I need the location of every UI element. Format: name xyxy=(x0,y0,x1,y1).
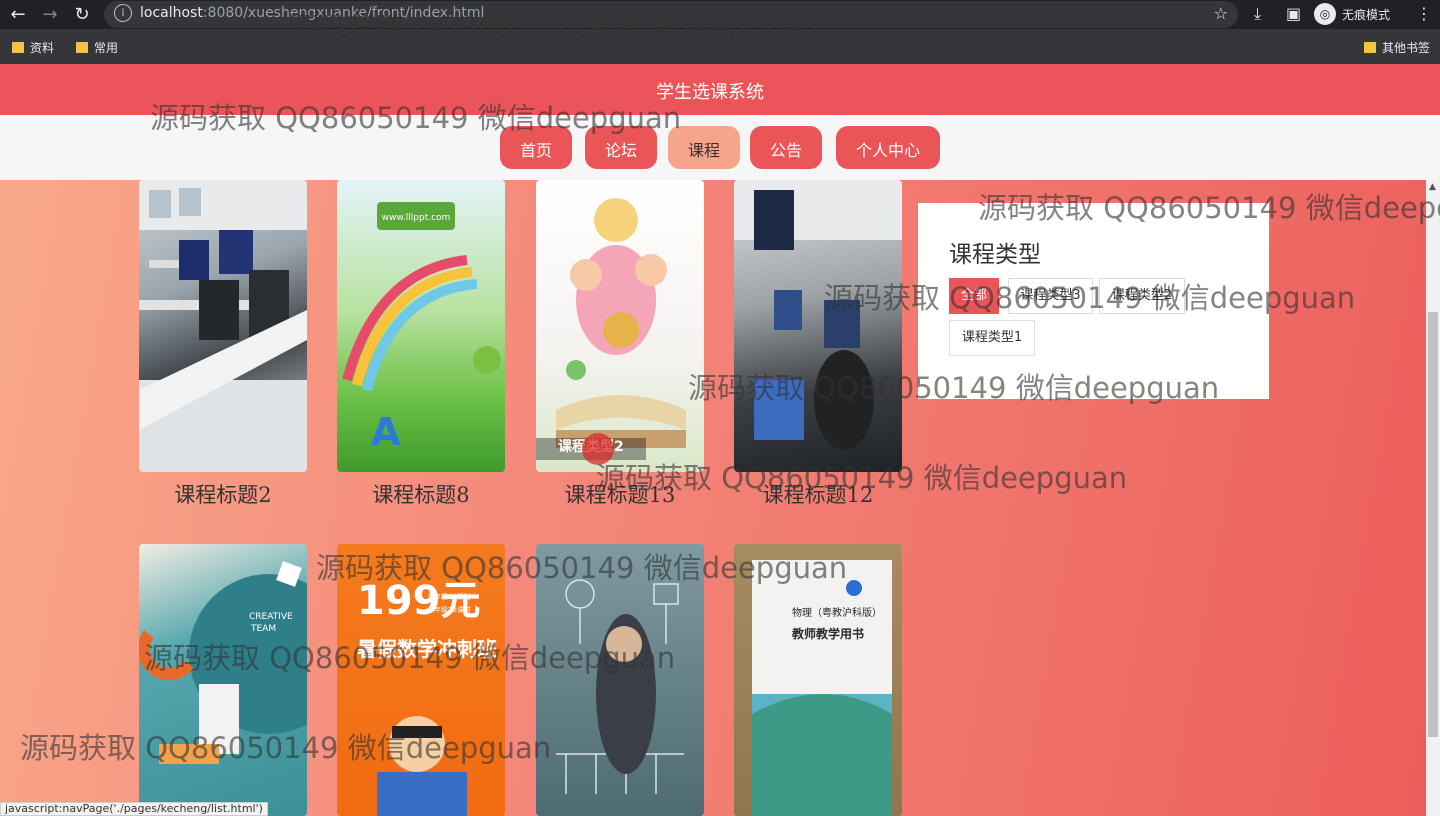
site-title: 学生选课系统 xyxy=(656,82,764,103)
site-header: 学生选课系统 xyxy=(0,64,1440,115)
nav-home[interactable]: 首页 xyxy=(500,126,572,169)
folder-icon xyxy=(76,42,88,53)
svg-text:A: A xyxy=(371,410,401,454)
incognito-label: 无痕模式 xyxy=(1342,7,1391,22)
course-image[interactable] xyxy=(536,544,704,816)
url-text[interactable]: localhost:8080/xueshengxuanke/front/inde… xyxy=(140,5,484,21)
children-book-picture xyxy=(536,198,686,460)
side-panel-icon[interactable]: ▣ xyxy=(1286,4,1301,23)
course-image[interactable]: 物理（粤教沪科版） 教师教学用书 xyxy=(734,544,902,816)
course-image[interactable]: www.lllppt.com A xyxy=(337,180,505,472)
nav-notice[interactable]: 公告 xyxy=(750,126,822,169)
page-scrollbar[interactable]: ▲ xyxy=(1426,180,1440,816)
course-image[interactable]: CREATIVE TEAM xyxy=(139,544,307,816)
course-image[interactable] xyxy=(139,180,307,472)
download-icon[interactable]: ⤓ xyxy=(1254,4,1261,24)
course-image[interactable] xyxy=(734,180,902,472)
scroll-thumb[interactable] xyxy=(1428,312,1438,737)
course-title[interactable]: 课程标题12 xyxy=(734,479,902,509)
site-info-icon[interactable]: i xyxy=(114,4,132,22)
course-card[interactable]: 课程标题12 xyxy=(734,180,902,507)
computer-lab-picture xyxy=(139,180,307,472)
nav-forum[interactable]: 论坛 xyxy=(585,126,657,169)
address-bar[interactable]: i localhost:8080/xueshengxuanke/front/in… xyxy=(104,1,1238,28)
click-indicator xyxy=(582,433,614,465)
course-title[interactable]: 课程标题8 xyxy=(337,479,505,509)
filter-all-button[interactable]: 全部 xyxy=(949,278,999,314)
image-text: CREATIVE xyxy=(249,612,293,622)
bookmark-folder[interactable]: 资料 xyxy=(12,39,54,56)
svg-text:三年级23课时: 三年级23课时 xyxy=(427,592,471,601)
course-card[interactable]: www.lllppt.com A 课程标题8 xyxy=(337,180,505,507)
bookmarks-bar: 资料 常用 其他书签 xyxy=(0,29,1440,64)
course-title[interactable]: 课程标题13 xyxy=(536,479,704,509)
svg-text:物理（粤教沪科版）: 物理（粤教沪科版） xyxy=(792,606,882,619)
filter-type2-button[interactable]: 课程类型2 xyxy=(1099,278,1185,314)
filter-heading: 课程类型 xyxy=(949,242,1041,268)
creative-team-picture: CREATIVE TEAM xyxy=(139,561,307,764)
browser-toolbar: ← → ↻ i localhost:8080/xueshengxuanke/fr… xyxy=(0,0,1440,29)
nav-profile[interactable]: 个人中心 xyxy=(836,126,940,169)
incognito-indicator[interactable]: ◎ 无痕模式 xyxy=(1314,3,1390,25)
link-status-tooltip: javascript:navPage('./pages/kecheng/list… xyxy=(0,802,268,816)
course-image[interactable]: 课程类型2 xyxy=(536,180,704,472)
course-card[interactable]: CREATIVE TEAM xyxy=(139,544,307,816)
page-viewport: 学生选课系统 首页 论坛 课程 公告 个人中心 课程标题2 www.lllppt… xyxy=(0,64,1440,816)
image-watermark: www.lllppt.com xyxy=(382,213,451,223)
filter-type3-button[interactable]: 课程类型3 xyxy=(1008,278,1093,314)
other-bookmarks[interactable]: 其他书签 xyxy=(1364,39,1430,56)
folder-icon xyxy=(12,42,24,53)
back-icon[interactable]: ← xyxy=(6,3,30,27)
forward-icon[interactable]: → xyxy=(38,3,62,27)
rainbow-picture: www.lllppt.com A xyxy=(342,202,501,454)
physics-textbook-picture: 物理（粤教沪科版） 教师教学用书 xyxy=(752,560,892,816)
math-class-poster: 199元 三年级23课时 六年级23课时 暑假数学冲刺班 xyxy=(357,578,497,816)
svg-text:TEAM: TEAM xyxy=(250,624,276,634)
filter-type1-button[interactable]: 课程类型1 xyxy=(949,320,1035,356)
svg-text:教师教学用书: 教师教学用书 xyxy=(791,626,864,641)
svg-text:六年级23课时: 六年级23课时 xyxy=(427,605,471,614)
course-type-filter: 课程类型 全部 课程类型3 课程类型2 课程类型1 xyxy=(918,203,1269,399)
course-card[interactable] xyxy=(536,544,704,816)
nav-course[interactable]: 课程 xyxy=(668,126,740,169)
reload-icon[interactable]: ↻ xyxy=(70,3,94,27)
course-card[interactable]: 课程标题2 xyxy=(139,180,307,507)
course-title[interactable]: 课程标题2 xyxy=(139,479,307,509)
bookmark-folder[interactable]: 常用 xyxy=(76,39,118,56)
poster-headline: 暑假数学冲刺班 xyxy=(357,637,497,661)
scroll-up-icon[interactable]: ▲ xyxy=(1429,182,1436,192)
menu-icon[interactable]: ⋮ xyxy=(1416,4,1432,23)
incognito-icon: ◎ xyxy=(1314,3,1336,25)
course-card[interactable]: 课程类型2 课程标题13 xyxy=(536,180,704,507)
folder-icon xyxy=(1364,42,1376,53)
course-card[interactable]: 物理（粤教沪科版） 教师教学用书 xyxy=(734,544,902,816)
main-nav: 首页 论坛 课程 公告 个人中心 xyxy=(0,115,1440,180)
business-diagram-picture xyxy=(556,579,684,794)
price-text: 199元 xyxy=(357,578,481,624)
bookmark-star-icon[interactable]: ☆ xyxy=(1214,4,1228,23)
classroom-picture xyxy=(734,180,902,450)
course-card[interactable]: 199元 三年级23课时 六年级23课时 暑假数学冲刺班 xyxy=(337,544,505,816)
course-image[interactable]: 199元 三年级23课时 六年级23课时 暑假数学冲刺班 xyxy=(337,544,505,816)
